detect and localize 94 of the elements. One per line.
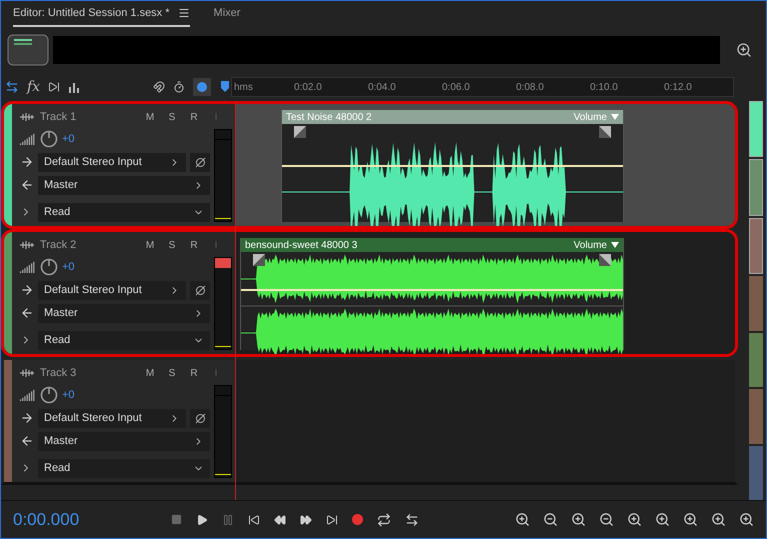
zoom-in-icon[interactable] bbox=[627, 512, 642, 527]
stop-icon[interactable] bbox=[171, 514, 182, 525]
magnet-icon[interactable] bbox=[153, 81, 165, 93]
zoom-in-icon[interactable] bbox=[711, 512, 726, 527]
volume-bars-icon bbox=[20, 261, 36, 273]
zoom-in-icon[interactable] bbox=[571, 512, 586, 527]
skip-forward-icon[interactable] bbox=[326, 514, 338, 526]
panel-tab[interactable]: Editor: Untitled Session 1.sesx * bbox=[13, 4, 190, 27]
track-toggle-button[interactable]: R bbox=[186, 366, 202, 380]
play-icon[interactable] bbox=[196, 514, 208, 526]
volume-knob-icon[interactable] bbox=[40, 386, 58, 404]
clip-title: Test Noise 48000 2 bbox=[286, 110, 372, 124]
ruler-label: 0:10.0 bbox=[590, 80, 618, 94]
panel-tab[interactable]: Mixer bbox=[214, 4, 240, 27]
loop-icon[interactable] bbox=[377, 512, 391, 526]
track-lane[interactable]: bensound-sweet 48000 3 Volume bbox=[236, 232, 735, 354]
output-selector[interactable]: Master bbox=[38, 432, 210, 450]
input-selector[interactable]: Default Stereo Input bbox=[38, 408, 186, 428]
input-selector[interactable]: Default Stereo Input bbox=[38, 152, 186, 172]
automation-mode-dropdown[interactable]: Read bbox=[38, 202, 210, 222]
time-ruler[interactable]: hms 0:02.0 0:04.0 0:06.0 0:08.0 0:10.0 0:12.0 bbox=[231, 77, 734, 97]
volume-value[interactable]: +0 bbox=[62, 386, 75, 404]
phase-invert-button[interactable] bbox=[190, 152, 210, 172]
volume-bars-icon bbox=[20, 133, 36, 145]
output-selector[interactable]: Master bbox=[38, 304, 210, 322]
effects-tab[interactable]: fx bbox=[27, 76, 40, 98]
zoom-icon[interactable] bbox=[736, 42, 752, 58]
zoom-out-icon[interactable] bbox=[543, 512, 558, 527]
track-name[interactable]: Track 2 bbox=[40, 236, 136, 254]
fade-in-handle-icon[interactable] bbox=[294, 126, 306, 138]
track-toggle-button[interactable]: S bbox=[164, 110, 180, 124]
track-overview-scrollbar[interactable] bbox=[746, 101, 766, 500]
menu-icon[interactable] bbox=[178, 6, 190, 19]
fade-out-handle-icon[interactable] bbox=[599, 126, 611, 138]
fast-forward-icon[interactable] bbox=[300, 514, 312, 526]
ruler-label: 0:04.0 bbox=[368, 80, 396, 94]
current-time[interactable]: 0:00.000 bbox=[13, 506, 163, 532]
skip-back-icon[interactable] bbox=[248, 514, 260, 526]
automation-mode-dropdown[interactable]: Read bbox=[38, 330, 210, 350]
waveform-icon bbox=[20, 112, 34, 122]
phase-invert-button[interactable] bbox=[190, 408, 210, 428]
zoom-in-icon[interactable] bbox=[655, 512, 670, 527]
dropdown-triangle-icon[interactable] bbox=[611, 242, 619, 248]
clip-title: bensound-sweet 48000 3 bbox=[245, 238, 358, 252]
ruler-label: 0:08.0 bbox=[516, 80, 544, 94]
output-arrow-icon bbox=[20, 434, 34, 448]
send-icon[interactable] bbox=[48, 81, 60, 93]
ruler-label: 0:06.0 bbox=[442, 80, 470, 94]
envelope-label[interactable]: Volume bbox=[574, 238, 607, 252]
track-name[interactable]: Track 1 bbox=[40, 108, 136, 126]
skip-selection-icon[interactable] bbox=[405, 512, 419, 526]
slashed-circle-icon bbox=[194, 412, 206, 424]
track-toggle-button[interactable]: M bbox=[142, 366, 158, 380]
slashed-circle-icon bbox=[194, 284, 206, 296]
automation-mode-dropdown[interactable]: Read bbox=[38, 458, 210, 478]
track-toggle-button[interactable]: R bbox=[186, 238, 202, 252]
waveform-icon bbox=[20, 240, 34, 250]
track-toggle-button[interactable]: R bbox=[186, 110, 202, 124]
input-selector[interactable]: Default Stereo Input bbox=[38, 280, 186, 300]
volume-knob-icon[interactable] bbox=[40, 258, 58, 276]
fade-in-handle-icon[interactable] bbox=[253, 254, 265, 266]
arrows-icon[interactable] bbox=[5, 80, 19, 94]
zoom-out-icon[interactable] bbox=[599, 512, 614, 527]
ruler-label: hms bbox=[234, 80, 253, 94]
timer-icon[interactable] bbox=[173, 81, 185, 93]
rewind-icon[interactable] bbox=[274, 514, 286, 526]
input-arrow-icon bbox=[20, 411, 34, 425]
track-toggle-button[interactable]: M bbox=[142, 110, 158, 124]
zoom-in-icon[interactable] bbox=[683, 512, 698, 527]
slashed-circle-icon bbox=[194, 156, 206, 168]
track-toggle-button[interactable]: S bbox=[164, 366, 180, 380]
ruler-label: 0:02.0 bbox=[294, 80, 322, 94]
volume-knob-icon[interactable] bbox=[40, 130, 58, 148]
waveform-icon bbox=[20, 368, 34, 378]
phase-invert-button[interactable] bbox=[190, 280, 210, 300]
ruler-label: 0:12.0 bbox=[664, 80, 692, 94]
record-toggle[interactable] bbox=[193, 78, 211, 96]
input-arrow-icon bbox=[20, 283, 34, 297]
dropdown-triangle-icon[interactable] bbox=[611, 114, 619, 120]
track-name[interactable]: Track 3 bbox=[40, 364, 136, 382]
output-selector[interactable]: Master bbox=[38, 176, 210, 194]
zoom-in-icon[interactable] bbox=[739, 512, 754, 527]
session-thumbnail-icon bbox=[7, 34, 49, 66]
pause-icon[interactable] bbox=[222, 514, 234, 526]
eq-bars-icon[interactable] bbox=[68, 81, 80, 93]
track-toggle-button[interactable]: S bbox=[164, 238, 180, 252]
volume-bars-icon bbox=[20, 389, 36, 401]
fade-out-handle-icon[interactable] bbox=[599, 254, 611, 266]
zoom-in-icon[interactable] bbox=[515, 512, 530, 527]
volume-value[interactable]: +0 bbox=[62, 258, 75, 276]
output-arrow-icon bbox=[20, 306, 34, 320]
record-icon[interactable] bbox=[352, 514, 363, 525]
volume-value[interactable]: +0 bbox=[62, 130, 75, 148]
track-toggle-button[interactable]: M bbox=[142, 238, 158, 252]
